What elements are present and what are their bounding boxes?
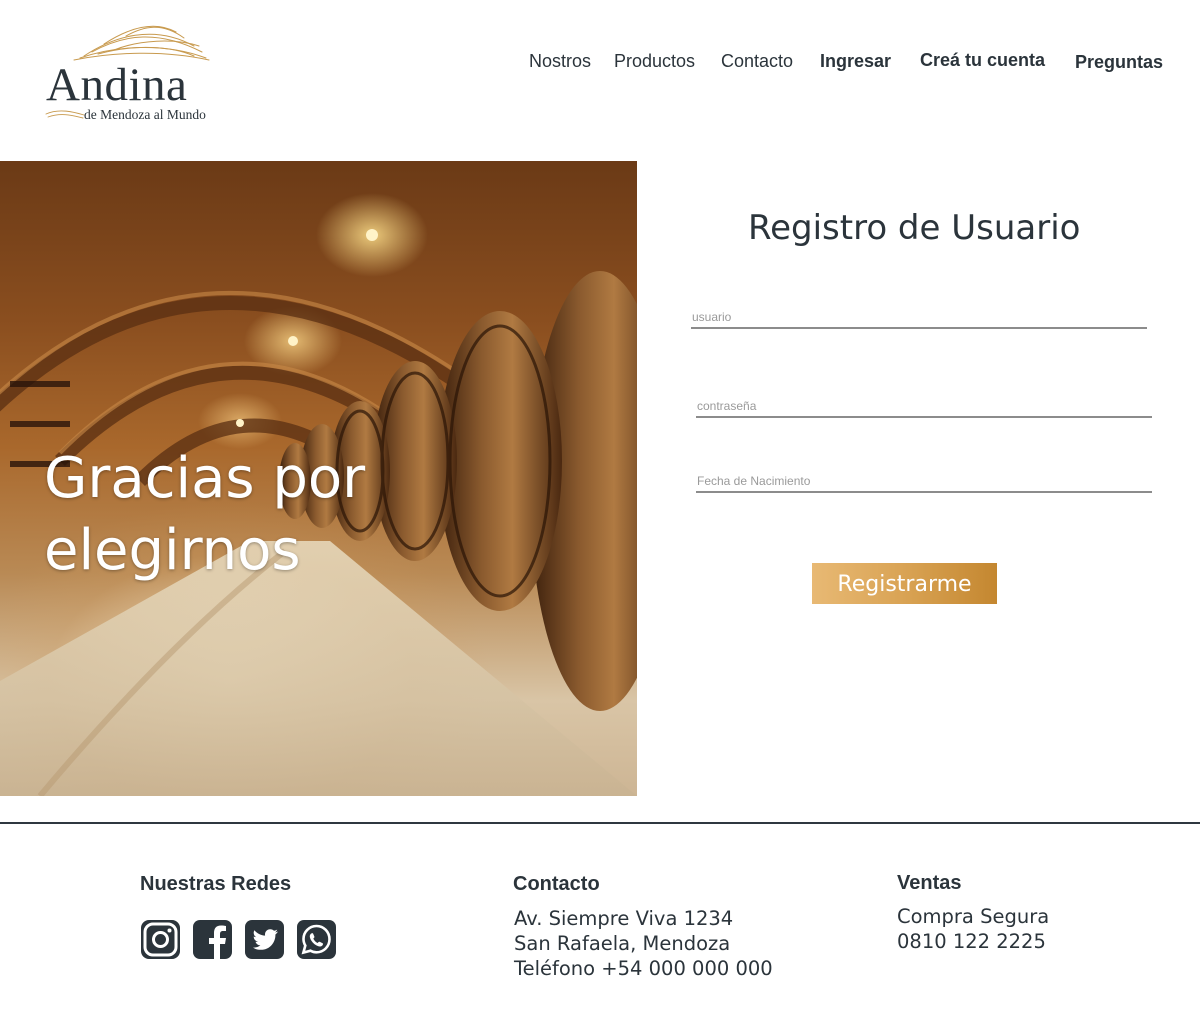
form-title: Registro de Usuario [748,208,1081,248]
footer-social-title: Nuestras Redes [140,873,292,895]
nav-item-crea-cuenta[interactable]: Creá tu cuenta [920,50,1045,71]
footer-contact-title: Contacto [513,873,600,895]
footer-sales-phone: 0810 122 2225 [897,930,1046,953]
site-header: Andina de Mendoza al Mundo Nostros Produ… [0,0,1200,160]
footer-divider [0,822,1200,824]
brand-tagline: de Mendoza al Mundo [84,107,206,122]
footer-contact-address: Av. Siempre Viva 1234 [514,907,734,930]
hero-title: Gracias por elegirnos [44,446,366,583]
register-button[interactable]: Registrarme [812,563,997,604]
nav-item-ingresar[interactable]: Ingresar [820,51,891,72]
username-input[interactable] [691,307,1147,329]
nav-item-nostros[interactable]: Nostros [529,51,591,72]
footer-sales-title: Ventas [897,872,962,894]
footer-contact-city: San Rafaela, Mendoza [514,932,731,955]
nav-item-preguntas[interactable]: Preguntas [1075,52,1163,73]
footer-contact-phone: Teléfono +54 000 000 000 [514,957,773,980]
whatsapp-icon[interactable] [296,919,337,960]
twitter-icon[interactable] [244,919,285,960]
hero-image-wine-cellar: Gracias por elegirnos [0,161,637,796]
password-input[interactable] [696,396,1152,418]
facebook-icon[interactable] [192,919,233,960]
instagram-icon[interactable] [140,919,181,960]
birthdate-input[interactable] [696,471,1152,493]
main-nav: Nostros Productos Contacto Ingresar Creá… [0,50,1200,74]
nav-item-contacto[interactable]: Contacto [721,51,793,72]
footer-sales-secure: Compra Segura [897,905,1050,928]
nav-item-productos[interactable]: Productos [614,51,695,72]
